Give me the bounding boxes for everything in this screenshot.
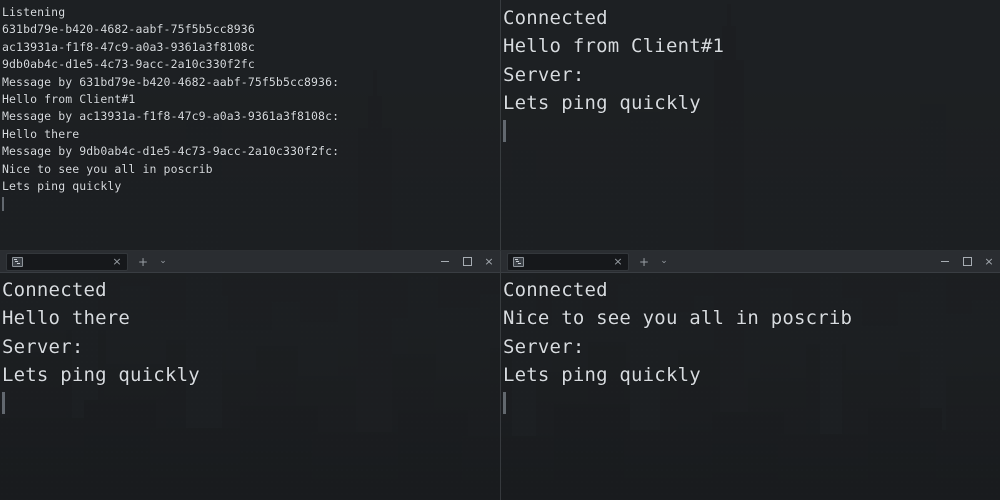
terminal-window-client-3[interactable]: × + ⌄ × Connected Nice to see you all in…: [500, 250, 1000, 500]
terminal-prompt-line: [503, 117, 1000, 150]
close-window-icon[interactable]: ×: [978, 251, 1000, 273]
new-tab-icon[interactable]: +: [635, 253, 653, 271]
chevron-down-icon[interactable]: ⌄: [154, 253, 172, 271]
terminal-line: Nice to see you all in poscrib: [2, 161, 213, 176]
terminal-line: Message by 9db0ab4c-d1e5-4c73-9acc-2a10c…: [2, 144, 340, 159]
terminal-line: Connected: [2, 279, 107, 301]
terminal-cursor: [503, 120, 506, 143]
maximize-icon[interactable]: [456, 251, 478, 273]
terminal-line: Hello from Client#1: [2, 92, 136, 107]
terminal-cursor: [2, 392, 5, 415]
minimize-icon[interactable]: [434, 251, 456, 273]
terminal-output-client-1[interactable]: Connected Hello from Client#1 Server: Le…: [501, 0, 1000, 250]
new-tab-icon[interactable]: +: [134, 253, 152, 271]
terminal-line: Message by 631bd79e-b420-4682-aabf-75f5b…: [2, 74, 340, 89]
titlebar-drag-area[interactable]: [673, 251, 934, 272]
window-titlebar[interactable]: × + ⌄ ×: [0, 251, 500, 273]
terminal-prompt-line: [2, 195, 500, 216]
terminal-line: Server:: [503, 63, 585, 86]
terminal-line: Server:: [503, 335, 585, 358]
terminal-line: ac13931a-f1f8-47c9-a0a3-9361a3f8108c: [2, 39, 255, 54]
chevron-down-icon[interactable]: ⌄: [655, 253, 673, 271]
terminal-line: Lets ping quickly: [2, 363, 200, 386]
terminal-prompt-line: [2, 389, 500, 422]
terminal-prompt-line: [503, 389, 1000, 422]
terminal-window-client-1[interactable]: Connected Hello from Client#1 Server: Le…: [500, 0, 1000, 250]
terminal-line: Connected: [503, 7, 608, 29]
terminal-window-server[interactable]: Listening 631bd79e-b420-4682-aabf-75f5b5…: [0, 0, 500, 250]
close-tab-icon[interactable]: ×: [109, 254, 125, 270]
terminal-line: Server:: [2, 335, 84, 358]
terminal-cursor: [2, 197, 4, 212]
terminal-line: Message by ac13931a-f1f8-47c9-a0a3-9361a…: [2, 109, 340, 124]
terminal-tab[interactable]: ×: [507, 252, 629, 271]
terminal-line: Lets ping quickly: [503, 363, 701, 386]
desktop: Listening 631bd79e-b420-4682-aabf-75f5b5…: [0, 0, 1000, 500]
terminal-output-server[interactable]: Listening 631bd79e-b420-4682-aabf-75f5b5…: [0, 0, 500, 250]
terminal-output-client-2[interactable]: Connected Hello there Server: Lets ping …: [0, 273, 500, 500]
terminal-line: Hello from Client#1: [503, 35, 725, 58]
terminal-line: Hello there: [2, 307, 131, 330]
terminal-line: Listening: [2, 5, 66, 19]
terminal-line: 631bd79e-b420-4682-aabf-75f5b5cc8936: [2, 22, 255, 37]
terminal-tab[interactable]: ×: [6, 252, 128, 271]
close-tab-icon[interactable]: ×: [610, 254, 626, 270]
titlebar-drag-area[interactable]: [172, 251, 434, 272]
terminal-line: Nice to see you all in poscrib: [503, 307, 853, 330]
terminal-icon: [12, 256, 23, 267]
close-window-icon[interactable]: ×: [478, 251, 500, 273]
terminal-cursor: [503, 392, 506, 415]
terminal-line: Hello there: [2, 126, 80, 141]
terminal-line: Lets ping quickly: [503, 91, 701, 114]
terminal-line: Lets ping quickly: [2, 179, 122, 194]
terminal-icon: [513, 256, 524, 267]
window-titlebar[interactable]: × + ⌄ ×: [501, 251, 1000, 273]
terminal-line: 9db0ab4c-d1e5-4c73-9acc-2a10c330f2fc: [2, 57, 255, 72]
maximize-icon[interactable]: [956, 251, 978, 273]
terminal-window-client-2[interactable]: × + ⌄ × Connected Hello there Server: Le…: [0, 250, 500, 500]
terminal-line: Connected: [503, 279, 608, 301]
minimize-icon[interactable]: [934, 251, 956, 273]
terminal-output-client-3[interactable]: Connected Nice to see you all in poscrib…: [501, 273, 1000, 500]
